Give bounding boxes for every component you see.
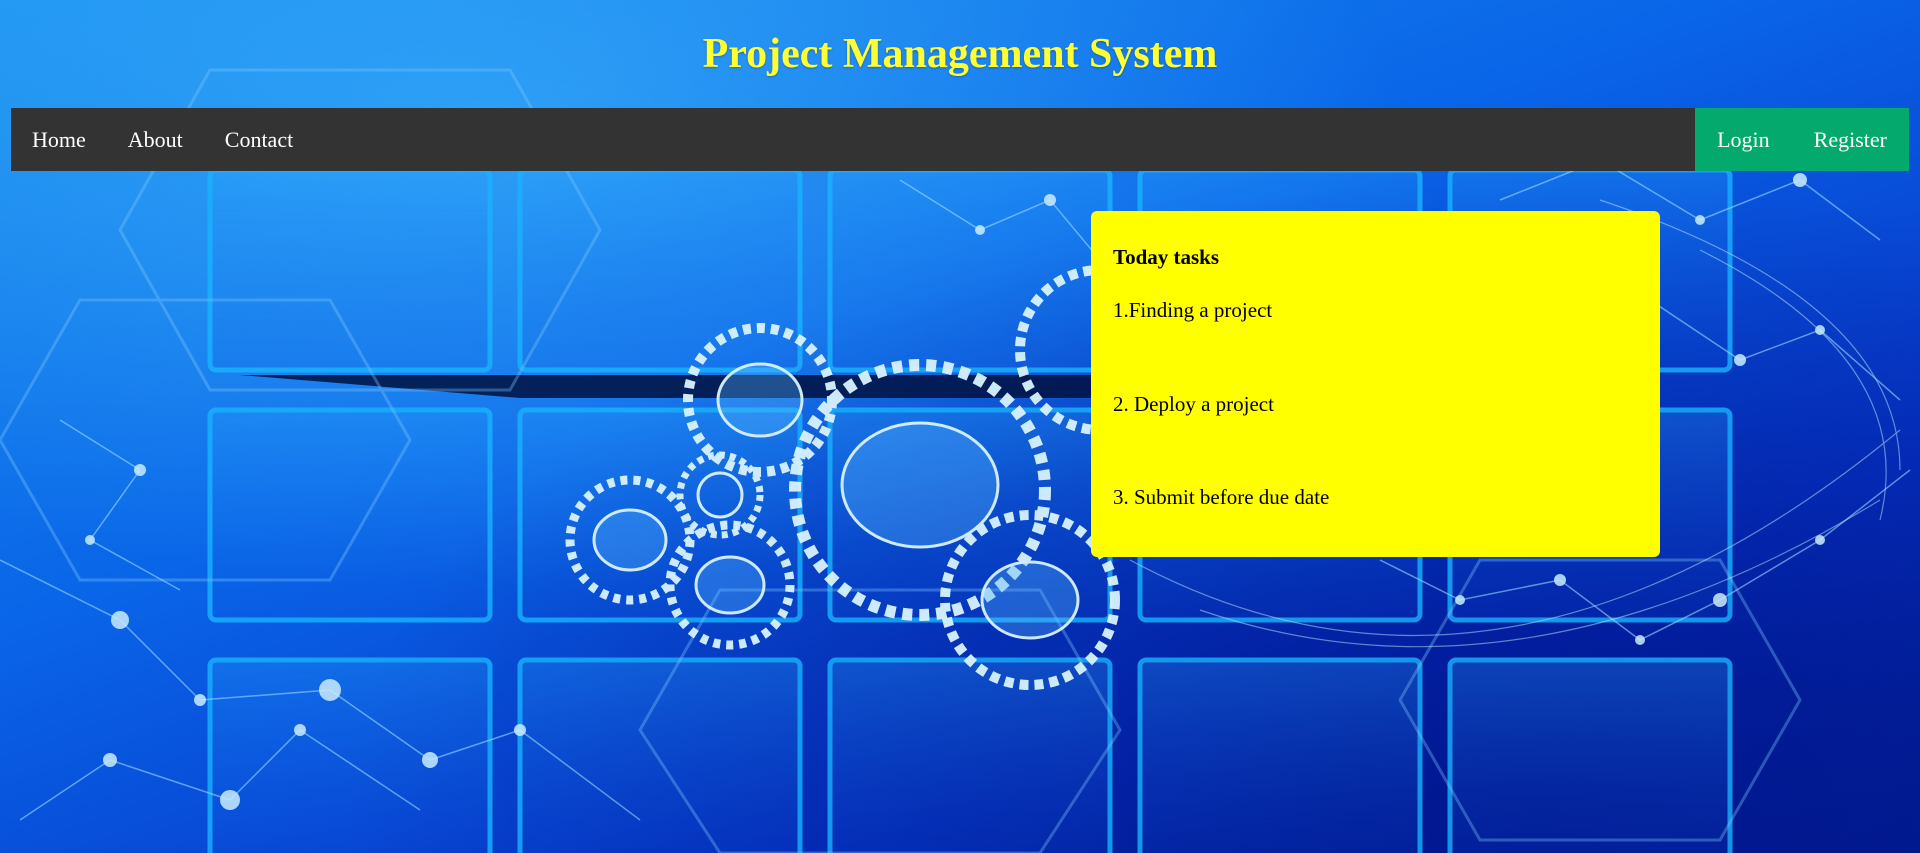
today-tasks-card: Today tasks 1.Finding a project 2. Deplo…: [1091, 211, 1660, 557]
nav-contact-link[interactable]: Contact: [204, 108, 314, 171]
task-item: 2. Deploy a project: [1113, 392, 1274, 416]
top-navbar: Home About Contact Login Register: [11, 108, 1909, 171]
nav-home-link[interactable]: Home: [11, 108, 107, 171]
nav-auth-group: Login Register: [1695, 108, 1909, 171]
nav-left-group: Home About Contact: [11, 108, 314, 171]
page-title: Project Management System: [702, 31, 1218, 77]
task-item: 1.Finding a project: [1113, 298, 1273, 322]
task-item: 3. Submit before due date: [1113, 485, 1330, 509]
nav-about-link[interactable]: About: [107, 108, 204, 171]
register-link[interactable]: Register: [1792, 108, 1909, 171]
login-link[interactable]: Login: [1695, 108, 1792, 171]
tasks-heading: Today tasks: [1113, 245, 1220, 269]
